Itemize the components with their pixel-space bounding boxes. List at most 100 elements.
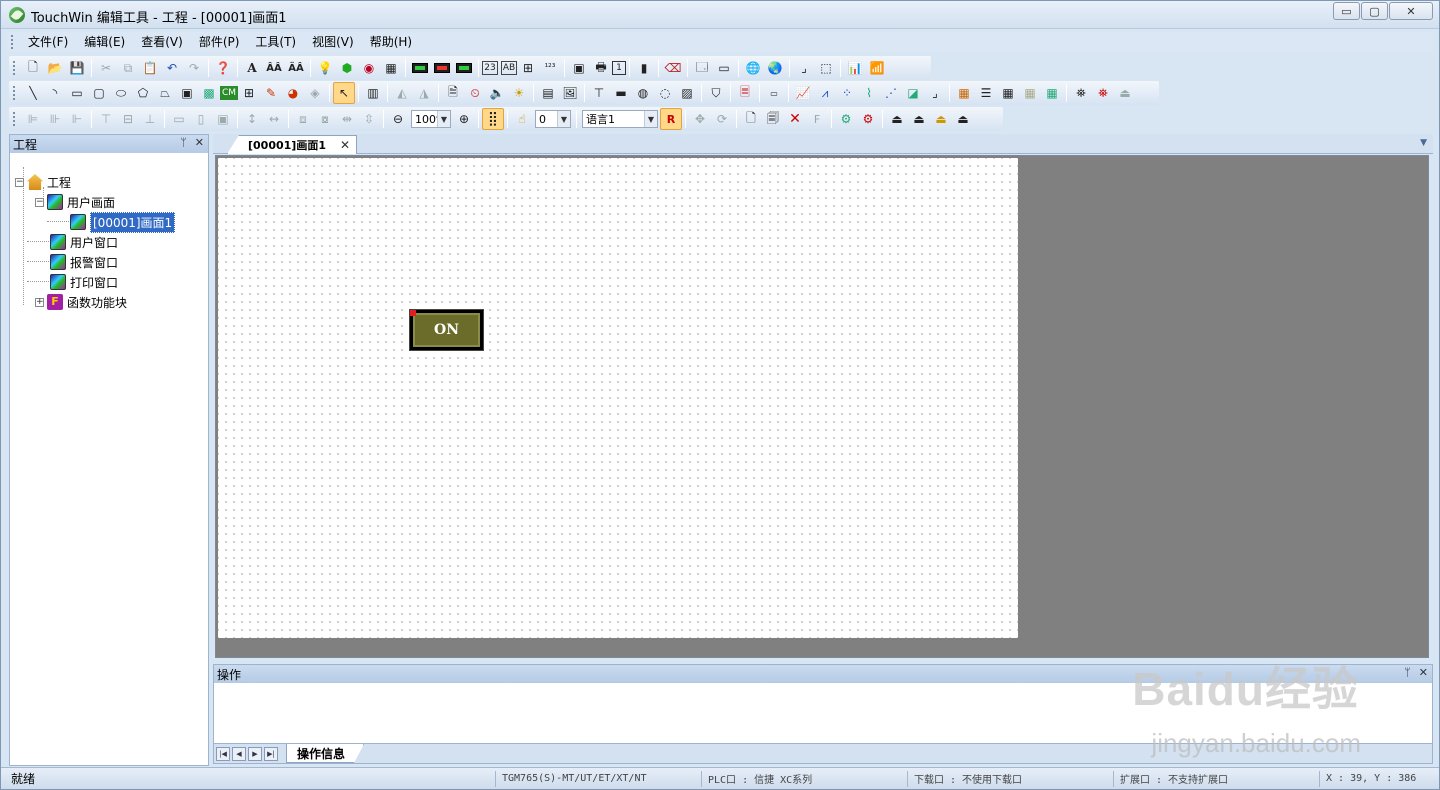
lamp-post-icon[interactable]: ⊤: [588, 82, 610, 104]
delete-icon[interactable]: ✕: [784, 108, 806, 130]
paste-icon[interactable]: 📋: [139, 57, 161, 79]
pen-width-select[interactable]: 0 ▼: [535, 110, 571, 128]
first-tab-icon[interactable]: |◀: [216, 746, 230, 761]
tree-node-print-windows[interactable]: 打印窗口: [50, 273, 118, 291]
corner2-icon[interactable]: ⌟: [924, 82, 946, 104]
numeric-input-icon[interactable]: [431, 57, 453, 79]
menu-edit[interactable]: 编辑(E): [76, 33, 133, 51]
resource-icon[interactable]: R: [660, 108, 682, 130]
same-height-icon[interactable]: ▯: [190, 108, 212, 130]
zoom-select[interactable]: 100% ▼: [411, 110, 451, 128]
user-tool-icon[interactable]: ⛯: [1070, 82, 1092, 104]
menu-tools[interactable]: 工具(T): [247, 33, 304, 51]
toolbar-grip[interactable]: [13, 112, 16, 126]
arc-icon[interactable]: ◝: [44, 82, 66, 104]
screen-part-icon[interactable]: ▣: [568, 57, 590, 79]
dotted-rect-icon[interactable]: ⬚: [815, 57, 837, 79]
screen-canvas[interactable]: ON: [218, 158, 1018, 638]
align-middle-icon[interactable]: ⊟: [117, 108, 139, 130]
disabled-tool-icon[interactable]: ◈: [304, 82, 326, 104]
device-icon[interactable]: ▮: [633, 57, 655, 79]
move-tool-icon[interactable]: ✥: [689, 108, 711, 130]
compile-stop-icon[interactable]: ⚙: [857, 108, 879, 130]
rectangle-icon[interactable]: ▭: [66, 82, 88, 104]
prev-tab-icon[interactable]: ◀: [232, 746, 246, 761]
grid-dots-icon[interactable]: ⣿: [482, 108, 504, 130]
tree-node-screen1[interactable]: [00001]画面1: [70, 211, 176, 233]
online-sim-icon[interactable]: ⏏: [952, 108, 974, 130]
triangle2-icon[interactable]: ◮: [413, 82, 435, 104]
color-icon[interactable]: ◕: [282, 82, 304, 104]
meter-icon[interactable]: ◍: [632, 82, 654, 104]
frame-rect-icon[interactable]: ▣: [176, 82, 198, 104]
menu-view[interactable]: 查看(V): [133, 33, 191, 51]
close-window-button[interactable]: ✕: [1389, 2, 1433, 20]
bar-chart2-icon[interactable]: 📶: [866, 57, 888, 79]
indicator-icon[interactable]: ◉: [358, 57, 380, 79]
polygon-icon[interactable]: ⬠: [132, 82, 154, 104]
expand-icon[interactable]: +: [35, 297, 44, 307]
space-horizontal-icon[interactable]: ↔: [263, 108, 285, 130]
help-icon[interactable]: ❓: [212, 57, 234, 79]
printer-part-icon[interactable]: 🖶: [590, 57, 612, 79]
maximize-button[interactable]: ▢: [1361, 2, 1388, 20]
tree-node-user-windows[interactable]: 用户窗口: [50, 233, 118, 251]
button-part-icon[interactable]: ⬢: [336, 57, 358, 79]
zoom-in-icon[interactable]: ⊕: [453, 108, 475, 130]
tab-list-dropdown-icon[interactable]: ▼: [1420, 138, 1427, 148]
save-icon[interactable]: 💾: [66, 57, 88, 79]
chevron-down-icon[interactable]: ▼: [557, 111, 570, 127]
data-table-icon[interactable]: ▦: [1019, 82, 1041, 104]
toolbar-grip[interactable]: [13, 61, 16, 75]
image-icon[interactable]: ▩: [198, 82, 220, 104]
line-chart2-icon[interactable]: ⩘: [814, 82, 836, 104]
scatter-chart-icon[interactable]: ⁘: [836, 82, 858, 104]
triangle-icon[interactable]: ◭: [391, 82, 413, 104]
list-table-icon[interactable]: ☰: [975, 82, 997, 104]
tree-node-function-blocks[interactable]: + F 函数功能块: [35, 293, 127, 311]
screen-props-icon[interactable]: 🗐: [762, 108, 784, 130]
shield-icon[interactable]: ⛉: [705, 82, 727, 104]
close-icon[interactable]: ✕: [195, 136, 204, 149]
next-tab-icon[interactable]: ▶: [248, 746, 262, 761]
align-left-icon[interactable]: ⊫: [22, 108, 44, 130]
tree-node-alarm-windows[interactable]: 报警窗口: [50, 253, 118, 271]
eraser-icon[interactable]: ⌫: [662, 57, 684, 79]
pen-icon[interactable]: ✎: [260, 82, 282, 104]
last-tab-icon[interactable]: ▶|: [264, 746, 278, 761]
tab-operation-info[interactable]: 操作信息: [286, 744, 364, 763]
keypad-123-icon[interactable]: ¹²³: [539, 57, 561, 79]
one-part-icon[interactable]: 1: [612, 61, 626, 75]
corner-icon[interactable]: ⌟: [793, 57, 815, 79]
hand-icon[interactable]: ☝: [511, 108, 533, 130]
cut-icon[interactable]: ✂: [95, 57, 117, 79]
close-icon[interactable]: ✕: [1419, 666, 1428, 679]
redo-icon[interactable]: ↷: [183, 57, 205, 79]
frame-icon[interactable]: ▭: [713, 57, 735, 79]
globe-refresh-icon[interactable]: 🌏: [764, 57, 786, 79]
ellipse-icon[interactable]: ⬭: [110, 82, 132, 104]
undo-icon[interactable]: ↶: [161, 57, 183, 79]
pin-icon[interactable]: ᛘ: [180, 136, 187, 149]
speaker-icon[interactable]: 🔈: [486, 82, 508, 104]
collapse-icon[interactable]: −: [35, 197, 44, 207]
function-f-icon[interactable]: F: [806, 108, 828, 130]
meter2-icon[interactable]: ◌: [654, 82, 676, 104]
menu-help[interactable]: 帮助(H): [362, 33, 420, 51]
minimize-button[interactable]: ▭: [1333, 2, 1360, 20]
align-center-icon[interactable]: ⊪: [44, 108, 66, 130]
3d-box-icon[interactable]: ▥: [362, 82, 384, 104]
slider-icon[interactable]: ▬: [610, 82, 632, 104]
clock-icon[interactable]: ⏲: [464, 82, 486, 104]
open-folder-icon[interactable]: 📂: [44, 57, 66, 79]
sun-icon[interactable]: ☀: [508, 82, 530, 104]
green-table-icon[interactable]: ▦: [1041, 82, 1063, 104]
trend-chart-icon[interactable]: ⌇: [858, 82, 880, 104]
picture-part-icon[interactable]: ▦: [380, 57, 402, 79]
lamp-icon[interactable]: 💡: [314, 57, 336, 79]
zoom-out-icon[interactable]: ⊖: [387, 108, 409, 130]
data-23-icon[interactable]: 23: [482, 61, 498, 75]
window-part-icon[interactable]: 🗔: [691, 57, 713, 79]
editor-canvas-area[interactable]: ON: [215, 155, 1429, 658]
same-size-icon[interactable]: ▣: [212, 108, 234, 130]
